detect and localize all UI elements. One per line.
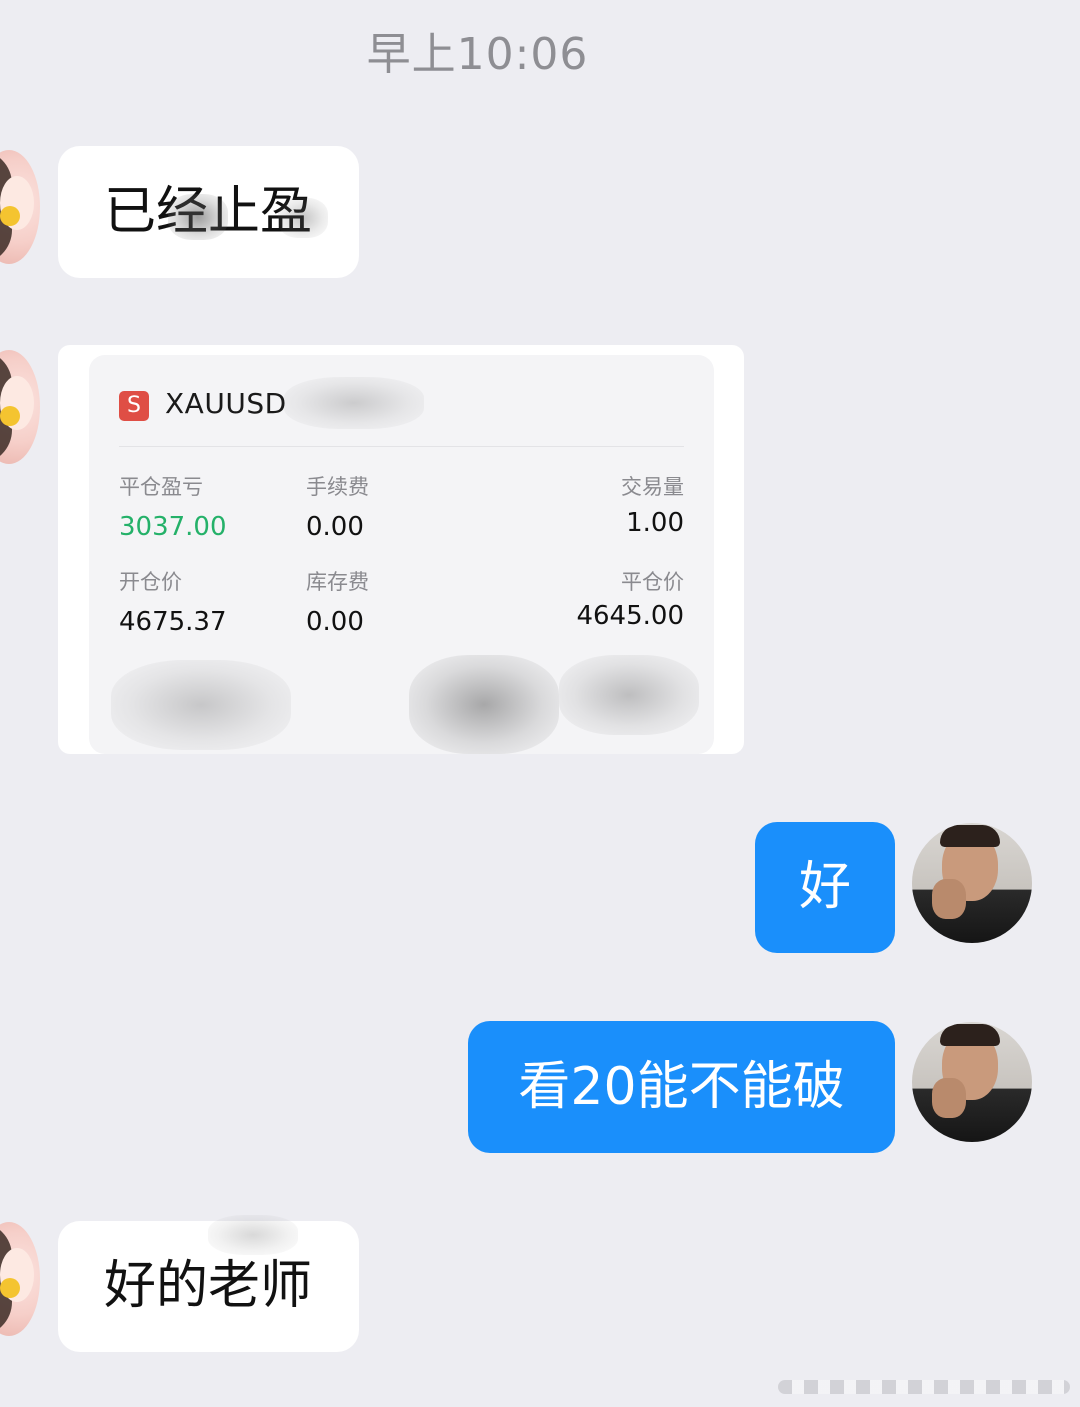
close-price-value: 4645.00 xyxy=(576,601,684,631)
volume-label: 交易量 xyxy=(621,475,684,499)
message-text: 好 xyxy=(798,857,851,917)
my-avatar[interactable] xyxy=(912,823,1032,943)
redaction-smudge xyxy=(208,1215,298,1255)
trade-card-message[interactable]: S XAUUSD 平仓盈亏 3037.00 手续费 0.00 交易量 1.00 … xyxy=(58,345,744,754)
message-text: 看20能不能破 xyxy=(518,1057,845,1117)
open-price-value: 4675.37 xyxy=(119,607,227,637)
avatar-accessory xyxy=(0,406,20,426)
close-pnl-value: 3037.00 xyxy=(119,512,227,542)
timestamp: 早上10:06 xyxy=(366,29,589,80)
symbol-badge: S xyxy=(119,391,149,421)
symbol-name: XAUUSD xyxy=(165,387,287,420)
open-price-label: 开仓价 xyxy=(119,570,182,594)
incoming-message-bubble[interactable]: 已经止盈 xyxy=(58,146,359,278)
message-text: 好的老师 xyxy=(104,1256,313,1316)
incoming-message-bubble[interactable]: 好的老师 xyxy=(58,1215,359,1352)
close-price-label: 平仓价 xyxy=(621,570,684,594)
contact-avatar[interactable] xyxy=(0,350,40,464)
redaction-smudge xyxy=(168,194,228,240)
swap-value: 0.00 xyxy=(306,607,364,637)
avatar-accessory xyxy=(0,206,20,226)
swap-label: 库存费 xyxy=(306,570,369,594)
volume-value: 1.00 xyxy=(626,508,684,538)
redaction-smudge xyxy=(559,655,699,735)
redaction-smudge xyxy=(284,377,424,429)
avatar-hair xyxy=(940,825,1000,847)
avatar-accessory xyxy=(0,1278,20,1298)
outgoing-message-bubble[interactable]: 看20能不能破 xyxy=(468,1021,895,1153)
divider xyxy=(119,446,684,447)
avatar-hand xyxy=(932,1078,966,1118)
redaction-smudge xyxy=(409,655,559,754)
fee-value: 0.00 xyxy=(306,512,364,542)
my-avatar[interactable] xyxy=(912,1022,1032,1142)
outgoing-message-bubble[interactable]: 好 xyxy=(755,822,895,953)
fee-label: 手续费 xyxy=(306,475,369,499)
contact-avatar[interactable] xyxy=(0,1222,40,1336)
trade-card: S XAUUSD 平仓盈亏 3037.00 手续费 0.00 交易量 1.00 … xyxy=(89,355,714,754)
redaction-smudge xyxy=(278,198,328,238)
avatar-hand xyxy=(932,879,966,919)
redaction-smudge xyxy=(111,660,291,750)
contact-avatar[interactable] xyxy=(0,150,40,264)
close-pnl-label: 平仓盈亏 xyxy=(119,475,203,499)
avatar-hair xyxy=(940,1024,1000,1046)
home-indicator xyxy=(778,1380,1070,1394)
